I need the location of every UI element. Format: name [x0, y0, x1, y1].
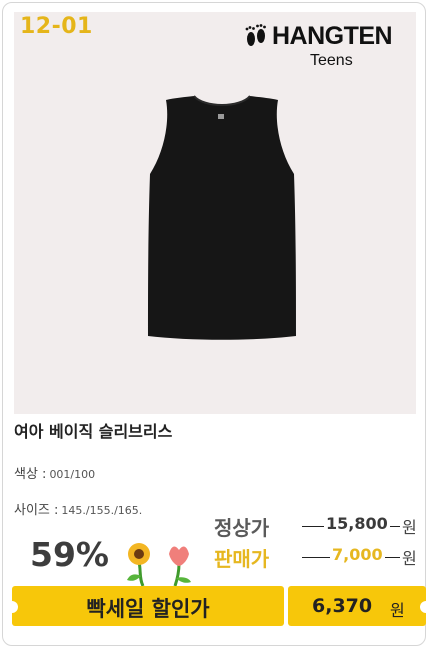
discount-rate: 59% [30, 535, 109, 574]
regular-price-label: 정상가 [214, 516, 270, 540]
sale-price-label: 판매가 [214, 547, 270, 571]
brand-sub: Teens [310, 52, 353, 69]
tank-top-image [148, 95, 296, 340]
deal-banner[interactable]: 빡세일 할인가 6,370 원 [6, 586, 430, 626]
color-option: 색상 :001/100 [14, 463, 95, 482]
brand-name: HANGTEN [272, 22, 393, 50]
ticket-notch [420, 601, 430, 613]
footprints-icon [245, 24, 266, 46]
deal-banner-text: 빡세일 할인가 [86, 597, 210, 621]
sale-price-value: 7,000 [330, 545, 385, 564]
size-option: 사이즈 :145./155./165. [14, 499, 142, 518]
final-price: 6,370 [312, 595, 373, 617]
flowers-icon [127, 543, 191, 586]
product-title[interactable]: 여아 베이직 슬리브리스 [14, 418, 172, 442]
color-value: 001/100 [49, 468, 96, 481]
sale-price-row: 판매가 7,000 원 [214, 543, 424, 571]
product-code: 12-01 [20, 14, 93, 39]
regular-price-row: 정상가 15,800 원 [214, 512, 424, 540]
color-label: 색상 : [14, 467, 47, 482]
brand-logo: HANGTEN Teens [244, 20, 404, 72]
size-label: 사이즈 : [14, 503, 59, 518]
deal-banner-label-box[interactable]: 빡세일 할인가 [6, 586, 284, 626]
product-photo[interactable]: 12-01 HANGTEN Teens [14, 12, 416, 414]
regular-price-value: 15,800 [324, 514, 390, 533]
size-value: 145./155./165. [61, 504, 143, 517]
sale-price-unit: 원 [400, 545, 417, 569]
final-price-unit: 원 [390, 601, 405, 620]
regular-price-unit: 원 [400, 514, 417, 538]
